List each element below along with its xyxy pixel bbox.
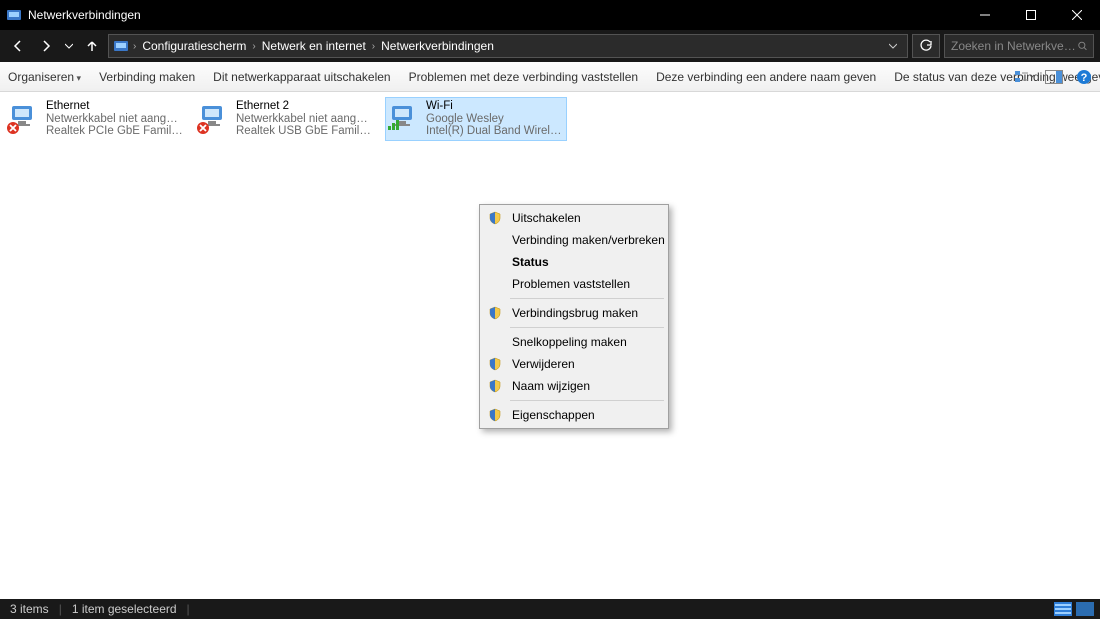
ctx-separator bbox=[510, 327, 664, 328]
rename-command[interactable]: Deze verbinding een andere naam geven bbox=[656, 70, 876, 84]
ctx-separator bbox=[510, 400, 664, 401]
window-title: Netwerkverbindingen bbox=[28, 8, 141, 22]
shield-icon bbox=[487, 356, 503, 372]
svg-text:?: ? bbox=[1081, 72, 1088, 84]
breadcrumb-separator: › bbox=[131, 41, 138, 52]
connection-status: Netwerkkabel niet aangesloten bbox=[46, 113, 184, 126]
breadcrumb-network-connections[interactable]: Netwerkverbindingen bbox=[379, 39, 496, 53]
content-area[interactable]: Ethernet Netwerkkabel niet aangesloten R… bbox=[0, 92, 1100, 599]
command-bar: Organiseren Verbinding maken Dit netwerk… bbox=[0, 62, 1100, 92]
connection-device: Realtek PCIe GbE Family Controller bbox=[46, 125, 184, 138]
status-selected-count: 1 item geselecteerd bbox=[72, 602, 177, 616]
connection-name: Ethernet 2 bbox=[236, 100, 374, 113]
connection-item-ethernet2[interactable]: Ethernet 2 Netwerkkabel niet aangesloten… bbox=[196, 98, 376, 140]
search-icon bbox=[1078, 40, 1087, 52]
ctx-shortcut[interactable]: Snelkoppeling maken bbox=[482, 331, 666, 353]
ctx-diagnose[interactable]: Problemen vaststellen bbox=[482, 273, 666, 295]
diagnose-command[interactable]: Problemen met deze verbinding vaststelle… bbox=[409, 70, 638, 84]
connection-status: Google Wesley bbox=[426, 113, 564, 126]
disable-device-command[interactable]: Dit netwerkapparaat uitschakelen bbox=[213, 70, 390, 84]
ctx-rename[interactable]: Naam wijzigen bbox=[482, 375, 666, 397]
preview-pane-button[interactable] bbox=[1044, 67, 1064, 87]
ctx-delete[interactable]: Verwijderen bbox=[482, 353, 666, 375]
status-item-count: 3 items bbox=[10, 602, 49, 616]
search-input[interactable]: Zoeken in Netwerkverbinding... bbox=[944, 34, 1094, 58]
navigation-bar: › Configuratiescherm › Netwerk en intern… bbox=[0, 30, 1100, 62]
large-icons-view-button[interactable] bbox=[1076, 602, 1094, 616]
window-controls bbox=[962, 0, 1100, 30]
organise-menu[interactable]: Organiseren bbox=[8, 70, 81, 84]
recent-dropdown[interactable] bbox=[62, 34, 76, 58]
breadcrumb-separator: › bbox=[250, 41, 257, 52]
status-separator: | bbox=[59, 602, 62, 616]
address-icon bbox=[113, 38, 129, 54]
connection-item-ethernet[interactable]: Ethernet Netwerkkabel niet aangesloten R… bbox=[6, 98, 186, 140]
connection-device: Intel(R) Dual Band Wireless-AC 72... bbox=[426, 125, 564, 138]
forward-button[interactable] bbox=[34, 34, 58, 58]
refresh-button[interactable] bbox=[912, 34, 940, 58]
ctx-bridge[interactable]: Verbindingsbrug maken bbox=[482, 302, 666, 324]
shield-icon bbox=[487, 305, 503, 321]
ethernet-icon bbox=[198, 100, 230, 136]
connection-name: Ethernet bbox=[46, 100, 184, 113]
ctx-connect-disconnect[interactable]: Verbinding maken/verbreken bbox=[482, 229, 666, 251]
shield-icon bbox=[487, 407, 503, 423]
ctx-separator bbox=[510, 298, 664, 299]
back-button[interactable] bbox=[6, 34, 30, 58]
wifi-icon bbox=[388, 100, 420, 136]
shield-icon bbox=[487, 378, 503, 394]
search-placeholder: Zoeken in Netwerkverbinding... bbox=[951, 39, 1078, 53]
breadcrumb-separator: › bbox=[370, 41, 377, 52]
help-button[interactable]: ? bbox=[1074, 67, 1094, 87]
up-button[interactable] bbox=[80, 34, 104, 58]
window-icon bbox=[6, 7, 22, 23]
ctx-properties[interactable]: Eigenschappen bbox=[482, 404, 666, 426]
address-dropdown-icon[interactable] bbox=[889, 42, 897, 50]
connect-command[interactable]: Verbinding maken bbox=[99, 70, 195, 84]
minimize-button[interactable] bbox=[962, 0, 1008, 30]
ctx-disable[interactable]: Uitschakelen bbox=[482, 207, 666, 229]
close-button[interactable] bbox=[1054, 0, 1100, 30]
context-menu: Uitschakelen Verbinding maken/verbreken … bbox=[479, 204, 669, 429]
connection-item-wifi[interactable]: Wi-Fi Google Wesley Intel(R) Dual Band W… bbox=[386, 98, 566, 140]
breadcrumb-network-internet[interactable]: Netwerk en internet bbox=[260, 39, 368, 53]
view-options-button[interactable] bbox=[1014, 67, 1034, 87]
titlebar: Netwerkverbindingen bbox=[0, 0, 1100, 30]
connection-status: Netwerkkabel niet aangesloten bbox=[236, 113, 374, 126]
details-view-button[interactable] bbox=[1054, 602, 1072, 616]
shield-icon bbox=[487, 210, 503, 226]
status-bar: 3 items | 1 item geselecteerd | bbox=[0, 599, 1100, 619]
connection-device: Realtek USB GbE Family Controller bbox=[236, 125, 374, 138]
maximize-button[interactable] bbox=[1008, 0, 1054, 30]
status-separator: | bbox=[187, 602, 190, 616]
breadcrumb-control-panel[interactable]: Configuratiescherm bbox=[140, 39, 248, 53]
address-bar[interactable]: › Configuratiescherm › Netwerk en intern… bbox=[108, 34, 908, 58]
ethernet-icon bbox=[8, 100, 40, 136]
connection-name: Wi-Fi bbox=[426, 100, 564, 113]
ctx-status[interactable]: Status bbox=[482, 251, 666, 273]
